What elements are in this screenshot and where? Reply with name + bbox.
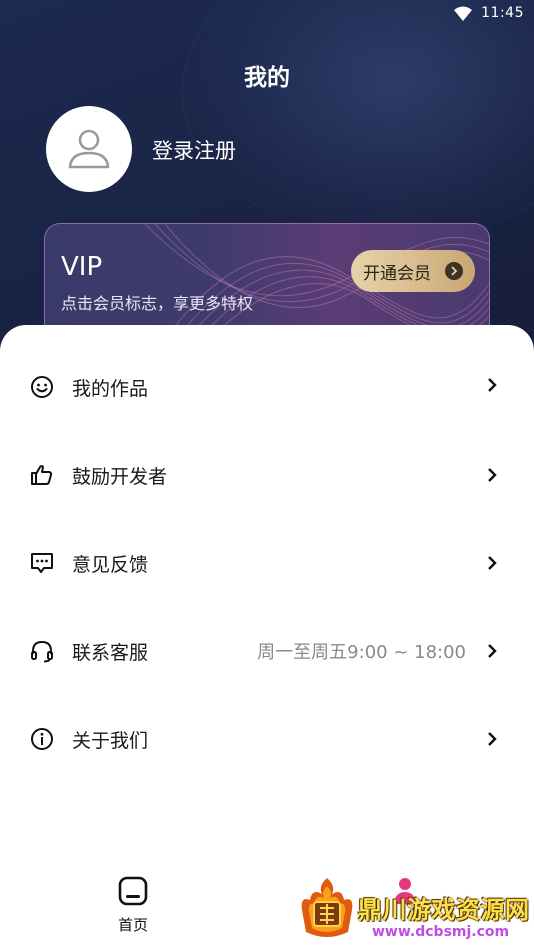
arrow-right-icon — [445, 262, 463, 280]
chevron-right-icon — [488, 378, 497, 392]
menu-sheet: 我的作品 鼓励开发者 意见反馈 联系客服 周一至周五9:00 ~ 18:00 关… — [0, 325, 534, 949]
chevron-right-icon — [488, 644, 497, 658]
open-membership-label: 开通会员 — [363, 263, 431, 284]
header-ring — [182, 0, 534, 242]
headset-icon — [29, 638, 55, 664]
chevron-right-icon — [488, 556, 497, 570]
nav-home-label: 首页 — [117, 916, 148, 934]
chat-bubble-icon — [29, 550, 55, 576]
menu-label: 联系客服 — [72, 641, 149, 664]
service-hours-text: 周一至周五9:00 ~ 18:00 — [257, 642, 466, 663]
vip-title: VIP — [61, 252, 103, 282]
menu-label: 鼓励开发者 — [72, 465, 168, 488]
menu-item-customer-service[interactable]: 联系客服 周一至周五9:00 ~ 18:00 — [0, 607, 534, 695]
avatar[interactable] — [46, 106, 132, 192]
menu-label: 我的作品 — [72, 377, 149, 400]
watermark-text: 鼎川游戏资源网 — [358, 896, 530, 924]
menu-item-feedback[interactable]: 意见反馈 — [0, 519, 534, 607]
chevron-right-icon — [488, 468, 497, 482]
home-icon — [118, 876, 148, 906]
menu-item-encourage-developer[interactable]: 鼓励开发者 — [0, 431, 534, 519]
watermark-url: www.dcbsmj.com — [372, 924, 510, 940]
nav-home-tab[interactable]: 首页 — [103, 876, 163, 938]
wifi-icon — [454, 6, 472, 21]
menu-label: 意见反馈 — [72, 553, 149, 576]
info-icon — [29, 726, 55, 752]
user-icon — [68, 129, 110, 169]
watermark-logo — [301, 878, 353, 937]
watermark: 鼎川游戏资源网 www.dcbsmj.com — [296, 872, 534, 949]
thumbs-up-icon — [29, 462, 55, 488]
open-membership-button[interactable]: 开通会员 — [351, 250, 475, 292]
chevron-right-icon — [488, 732, 497, 746]
menu-item-my-works[interactable]: 我的作品 — [0, 343, 534, 431]
status-bar: 11:45 — [0, 0, 534, 28]
menu-label: 关于我们 — [72, 729, 149, 752]
status-time: 11:45 — [481, 5, 524, 21]
vip-subtitle: 点击会员标志，享更多特权 — [61, 294, 254, 313]
menu-item-about-us[interactable]: 关于我们 — [0, 695, 534, 783]
login-register-link[interactable]: 登录注册 — [152, 135, 236, 165]
smiley-icon — [29, 374, 55, 400]
page-title: 我的 — [244, 65, 290, 91]
